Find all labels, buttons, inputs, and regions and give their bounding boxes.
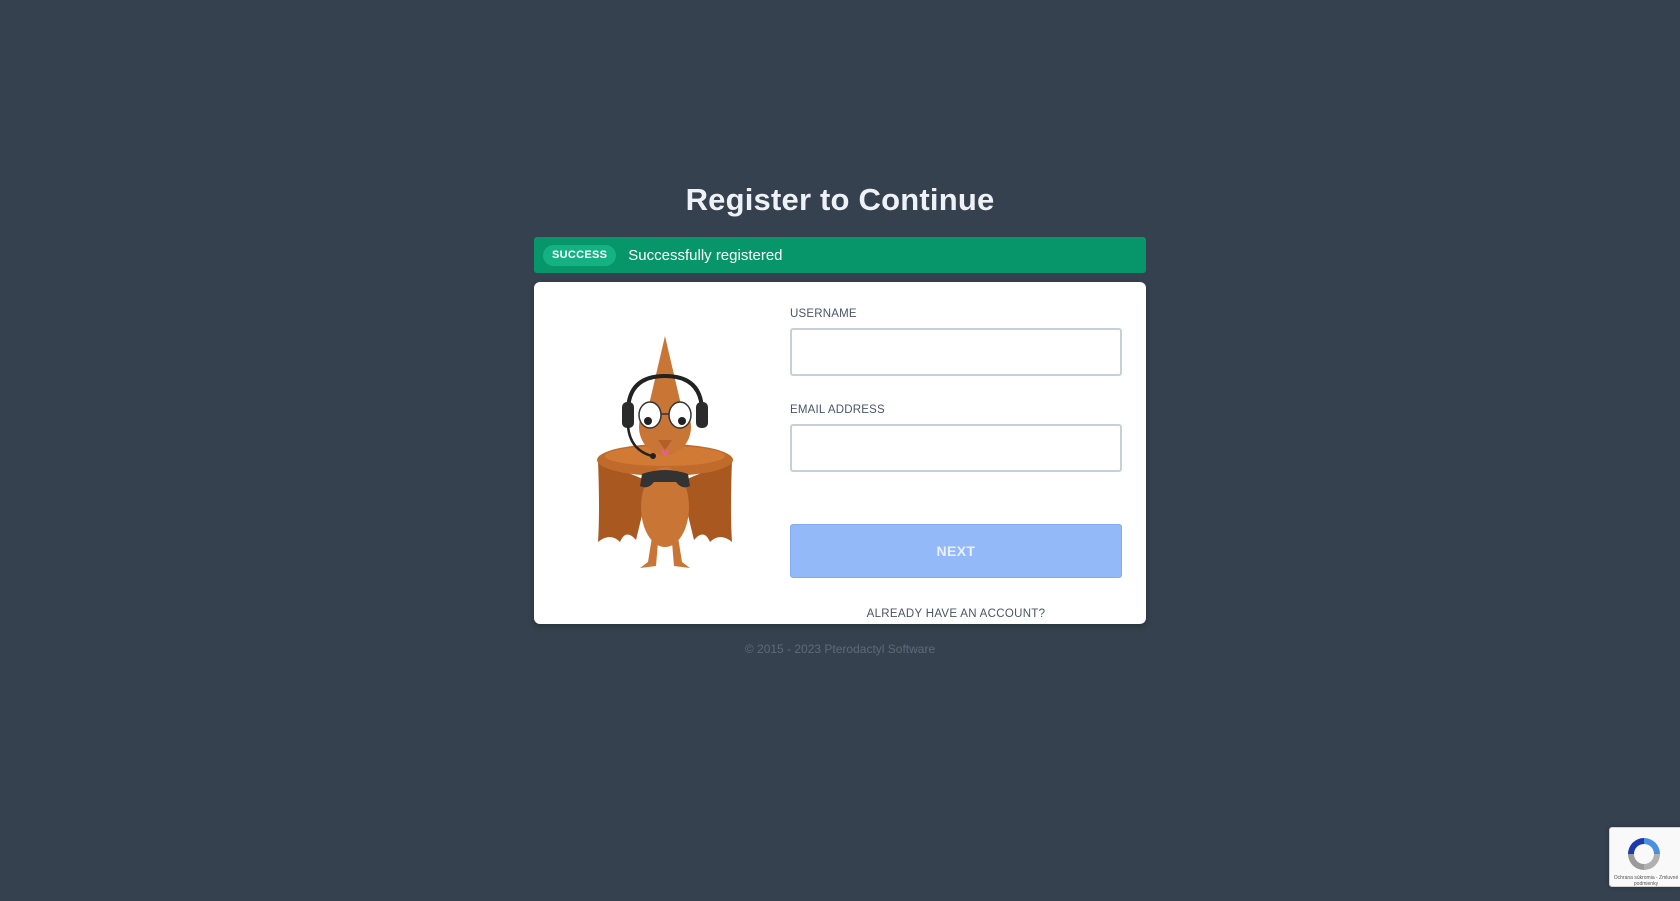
next-button[interactable]: NEXT bbox=[790, 524, 1122, 578]
username-label: USERNAME bbox=[790, 308, 857, 320]
recaptcha-terms[interactable]: Ochrana súkromia - Zmluvné podmienky bbox=[1612, 875, 1680, 887]
status-badge: SUCCESS bbox=[543, 244, 617, 266]
email-input[interactable] bbox=[790, 424, 1122, 472]
alert-message: Successfully registered bbox=[628, 246, 783, 264]
recaptcha-badge[interactable]: Ochrana súkromia - Zmluvné podmienky bbox=[1609, 827, 1680, 887]
page-title: Register to Continue bbox=[685, 182, 995, 217]
pterodactyl-mascot-icon bbox=[597, 336, 733, 568]
success-alert: SUCCESS Successfully registered bbox=[534, 237, 1146, 273]
register-card: USERNAME EMAIL ADDRESS NEXT ALREADY HAVE… bbox=[534, 282, 1146, 624]
email-field-group: EMAIL ADDRESS bbox=[790, 404, 1122, 472]
login-link[interactable]: ALREADY HAVE AN ACCOUNT? bbox=[790, 608, 1122, 620]
username-input[interactable] bbox=[790, 328, 1122, 376]
username-field-group: USERNAME bbox=[790, 308, 1122, 376]
recaptcha-icon bbox=[1628, 838, 1660, 870]
footer-copyright: © 2015 - 2023 Pterodactyl Software bbox=[744, 642, 936, 656]
email-label: EMAIL ADDRESS bbox=[790, 404, 885, 416]
